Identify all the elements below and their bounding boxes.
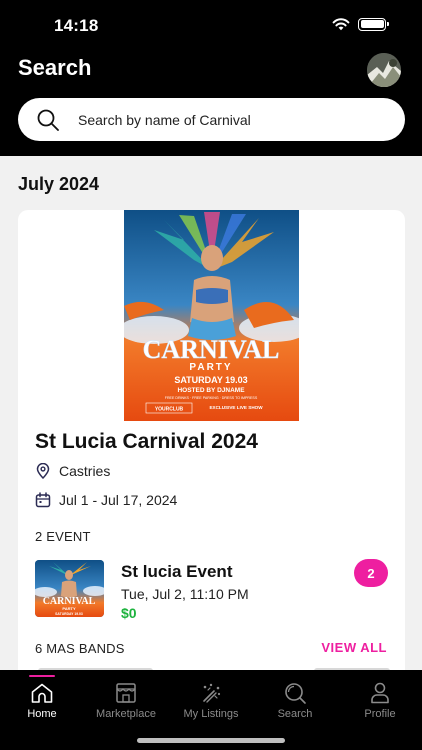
carnival-dates: Jul 1 - Jul 17, 2024 bbox=[59, 492, 178, 508]
store-icon bbox=[116, 683, 136, 703]
tab-label: Profile bbox=[364, 708, 396, 720]
search-input[interactable] bbox=[78, 111, 368, 128]
event-count-badge: 2 bbox=[354, 559, 388, 587]
tab-label: My Listings bbox=[183, 708, 239, 720]
active-tab-indicator bbox=[29, 675, 55, 677]
tab-profile[interactable]: Profile bbox=[338, 670, 422, 730]
tab-search[interactable]: Search bbox=[253, 670, 337, 730]
calendar-icon bbox=[35, 492, 51, 508]
month-heading: July 2024 bbox=[18, 174, 100, 194]
carnival-location: Castries bbox=[59, 463, 111, 479]
search-screen: 14:18 Search July bbox=[0, 0, 422, 750]
wifi-icon bbox=[332, 18, 350, 31]
home-icon bbox=[31, 683, 53, 703]
carnival-poster: CARNIVAL PARTY SATURDAY 19.03 HOSTED BY … bbox=[124, 210, 299, 421]
search-bar[interactable] bbox=[18, 98, 405, 141]
tab-label: Search bbox=[277, 708, 313, 720]
status-time: 14:18 bbox=[54, 16, 99, 35]
tab-home[interactable]: Home bbox=[0, 670, 84, 730]
poster-subhead: PARTY bbox=[189, 362, 232, 373]
thumb-subhead: PARTY bbox=[62, 606, 76, 611]
tab-label: Marketplace bbox=[96, 708, 156, 720]
thumb-date: SATURDAY 19.03 bbox=[55, 612, 83, 616]
search-icon bbox=[285, 683, 306, 704]
poster-host: HOSTED BY DJNAME bbox=[177, 387, 245, 394]
tab-label: Home bbox=[27, 708, 57, 720]
tab-my-listings[interactable]: My Listings bbox=[169, 670, 253, 730]
event-price: $0 bbox=[121, 605, 137, 621]
view-all-link[interactable]: VIEW ALL bbox=[321, 640, 387, 655]
home-indicator bbox=[137, 738, 285, 743]
carnival-card[interactable]: CARNIVAL PARTY SATURDAY 19.03 HOSTED BY … bbox=[18, 210, 405, 690]
avatar[interactable] bbox=[367, 53, 401, 87]
search-icon bbox=[37, 109, 59, 131]
poster-small: FREE DRINKS · FREE PARKING · DRESS TO IM… bbox=[165, 396, 258, 400]
event-name[interactable]: St lucia Event bbox=[121, 562, 232, 582]
listings-icon bbox=[203, 683, 221, 703]
poster-exclusive: EXCLUSIVE LIVE SHOW bbox=[209, 405, 263, 410]
header: 14:18 Search bbox=[0, 0, 422, 156]
poster-club: YOURCLUB bbox=[155, 407, 184, 413]
tab-marketplace[interactable]: Marketplace bbox=[84, 670, 168, 730]
location-pin-icon bbox=[36, 463, 50, 479]
mas-bands-count: 6 MAS BANDS bbox=[35, 641, 125, 656]
person-icon bbox=[371, 682, 389, 704]
page-title: Search bbox=[18, 55, 92, 80]
event-thumbnail[interactable]: CARNIVAL PARTY SATURDAY 19.03 bbox=[35, 560, 104, 617]
status-icons bbox=[332, 17, 389, 31]
event-datetime: Tue, Jul 2, 11:10 PM bbox=[121, 586, 249, 602]
poster-headline: CARNIVAL bbox=[143, 335, 280, 364]
poster-date: SATURDAY 19.03 bbox=[174, 375, 247, 385]
battery-icon bbox=[358, 17, 389, 31]
carnival-name: St Lucia Carnival 2024 bbox=[35, 430, 258, 453]
event-count: 2 EVENT bbox=[35, 529, 91, 544]
avatar-image bbox=[367, 53, 401, 87]
